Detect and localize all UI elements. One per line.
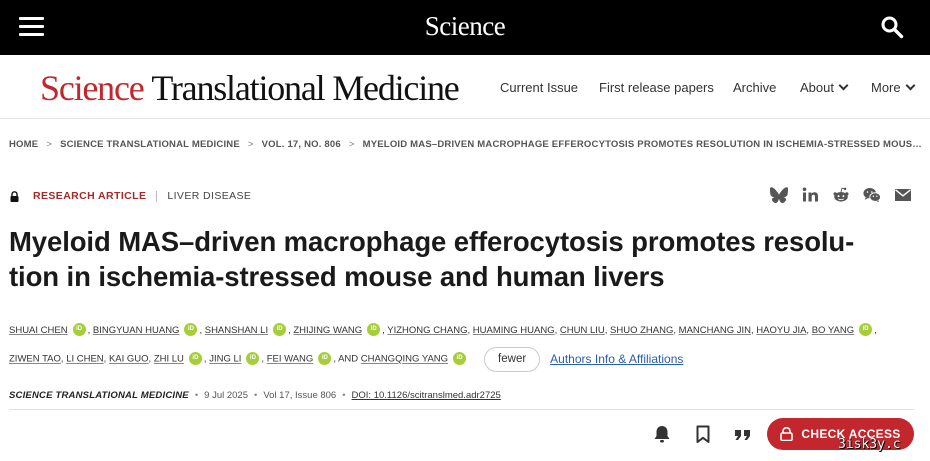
- lock-icon: [780, 427, 794, 441]
- authors-info-link[interactable]: Authors Info & Affiliations: [550, 352, 683, 366]
- orcid-icon[interactable]: iD: [188, 351, 202, 365]
- science-logo[interactable]: Science: [0, 11, 930, 42]
- share-icons: [770, 186, 912, 204]
- pub-date: 9 Jul 2025: [204, 390, 248, 401]
- author-link[interactable]: LI CHEN: [66, 354, 103, 365]
- separator-dot: •: [194, 390, 199, 401]
- fewer-authors-button[interactable]: fewer: [484, 346, 541, 372]
- nav-about[interactable]: About: [800, 80, 849, 95]
- author-link[interactable]: CHANGQING YANG: [361, 354, 448, 365]
- author-list: SHUAI CHEN iD, BINGYUAN HUANG iD, SHANSHAN…: [9, 317, 914, 374]
- linkedin-icon[interactable]: [801, 186, 819, 204]
- nav-more-label: More: [871, 80, 901, 95]
- journal-logo-science: Science: [40, 68, 145, 108]
- article-type: RESEARCH ARTICLE: [33, 190, 147, 202]
- breadcrumb-home[interactable]: HOME: [9, 139, 38, 150]
- bell-icon[interactable]: [652, 424, 672, 444]
- wechat-icon[interactable]: [863, 186, 881, 204]
- orcid-icon[interactable]: iD: [72, 322, 86, 336]
- article-title-line-2: tion in ischemia-stressed mouse and huma…: [9, 261, 665, 292]
- article-type-line: RESEARCH ARTICLE LIVER DISEASE: [10, 190, 251, 202]
- separator-dot: •: [342, 390, 346, 401]
- article-title: Myeloid MAS–driven macrophage efferocyto…: [9, 224, 914, 294]
- orcid-icon[interactable]: iD: [367, 322, 381, 336]
- author-link[interactable]: SHUO ZHANG: [610, 325, 673, 336]
- breadcrumb-journal[interactable]: SCIENCE TRANSLATIONAL MEDICINE: [60, 139, 240, 150]
- volume-issue[interactable]: Vol 17, Issue 806: [263, 390, 336, 401]
- author-link[interactable]: BO YANG: [812, 325, 854, 336]
- divider: [156, 190, 158, 202]
- chevron-down-icon: [838, 80, 849, 91]
- author-link[interactable]: CHUN LIU: [560, 325, 605, 336]
- author-link[interactable]: ZHI LU: [154, 354, 184, 365]
- site-header: Science: [0, 0, 930, 55]
- chevron-right-icon: >: [247, 139, 254, 150]
- orcid-icon[interactable]: iD: [246, 351, 260, 365]
- author-link[interactable]: YIZHONG CHANG: [387, 325, 467, 336]
- journal-header: Science Translational Medicine Current I…: [0, 55, 930, 119]
- chevron-right-icon: >: [46, 139, 53, 150]
- journal-name: SCIENCE TRANSLATIONAL MEDICINE: [9, 390, 189, 401]
- nav-first-release[interactable]: First release papers: [599, 80, 714, 95]
- journal-logo[interactable]: Science Translational Medicine: [40, 68, 460, 108]
- chevron-down-icon: [905, 80, 916, 91]
- orcid-icon[interactable]: iD: [273, 322, 287, 336]
- chevron-right-icon: >: [348, 139, 355, 150]
- search-icon[interactable]: [880, 15, 904, 39]
- breadcrumb-issue[interactable]: VOL. 17, NO. 806: [262, 139, 341, 150]
- quote-icon[interactable]: [733, 424, 753, 444]
- reddit-icon[interactable]: [832, 186, 850, 204]
- nav-archive[interactable]: Archive: [733, 80, 776, 95]
- journal-logo-rest: Translational Medicine: [151, 68, 459, 108]
- nav-current-issue[interactable]: Current Issue: [500, 80, 578, 95]
- nav-about-label: About: [800, 80, 834, 95]
- divider: [9, 409, 914, 410]
- author-link[interactable]: BINGYUAN HUANG: [93, 325, 180, 336]
- orcid-icon[interactable]: iD: [318, 351, 332, 365]
- author-link[interactable]: ZIWEN TAO: [9, 354, 61, 365]
- author-link[interactable]: KAI GUO: [109, 354, 149, 365]
- author-link[interactable]: JING LI: [209, 354, 241, 365]
- author-link[interactable]: SHUAI CHEN: [9, 325, 68, 336]
- lock-icon: [10, 190, 19, 202]
- author-link[interactable]: HAOYU JIA: [756, 325, 806, 336]
- doi-link[interactable]: DOI: 10.1126/scitranslmed.adr2725: [352, 390, 501, 401]
- author-link[interactable]: MANCHANG JIN: [679, 325, 751, 336]
- article-title-line-1: Myeloid MAS–driven macrophage efferocyto…: [9, 226, 855, 257]
- email-icon[interactable]: [894, 186, 912, 204]
- author-link[interactable]: ZHIJING WANG: [293, 325, 362, 336]
- separator-dot: •: [254, 390, 258, 401]
- and-text: , AND: [333, 353, 359, 365]
- breadcrumb-current: MYELOID MAS–DRIVEN MACROPHAGE EFFEROCYTO…: [362, 139, 922, 150]
- watermark: 3isk3y.c: [838, 437, 901, 452]
- author-link[interactable]: SHANSHAN LI: [205, 325, 268, 336]
- orcid-icon[interactable]: iD: [859, 322, 873, 336]
- bluesky-icon[interactable]: [770, 186, 788, 204]
- orcid-icon[interactable]: iD: [184, 322, 198, 336]
- author-link[interactable]: HUAMING HUANG: [473, 325, 555, 336]
- publication-info: SCIENCE TRANSLATIONAL MEDICINE • 9 Jul 202…: [9, 390, 501, 401]
- breadcrumb: HOME > SCIENCE TRANSLATIONAL MEDICINE > VOL.…: [9, 139, 922, 150]
- bookmark-icon[interactable]: [693, 424, 713, 444]
- article-subject[interactable]: LIVER DISEASE: [167, 190, 251, 202]
- orcid-icon[interactable]: iD: [453, 351, 467, 365]
- author-link[interactable]: FEI WANG: [267, 354, 314, 365]
- nav-more[interactable]: More: [871, 80, 916, 95]
